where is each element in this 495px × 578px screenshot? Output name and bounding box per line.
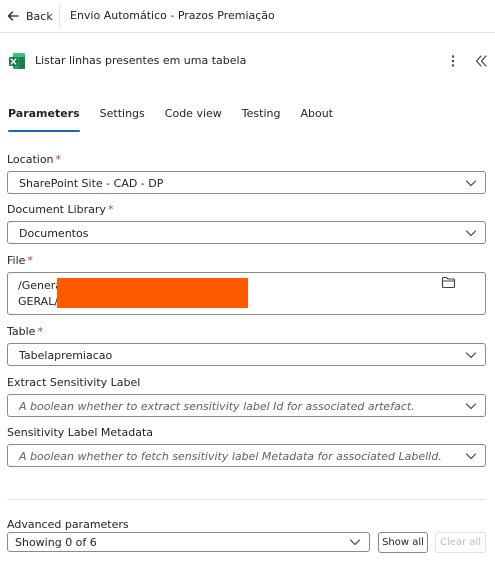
sensitivity-placeholder: A boolean whether to extract sensitivity…	[19, 400, 415, 413]
required-marker: *	[27, 254, 33, 267]
location-label: Location *	[7, 153, 61, 166]
chevron-down-icon	[465, 230, 477, 237]
tab-parameters[interactable]: Parameters	[8, 106, 80, 132]
chevron-down-icon	[465, 453, 477, 460]
arrow-left-icon	[7, 11, 19, 21]
show-all-button[interactable]: Show all	[378, 532, 428, 553]
tab-about[interactable]: About	[300, 106, 333, 132]
action-header: Listar linhas presentes em uma tabela	[0, 46, 495, 76]
library-value: Documentos	[19, 227, 89, 240]
advanced-parameters-dropdown[interactable]: Showing 0 of 6	[7, 532, 370, 552]
metadata-placeholder: A boolean whether to fetch sensitivity l…	[19, 450, 442, 463]
required-marker: *	[55, 153, 62, 166]
chevron-down-icon	[465, 403, 477, 410]
table-label: Table *	[7, 325, 43, 338]
tab-settings[interactable]: Settings	[100, 106, 145, 132]
required-marker: *	[37, 325, 43, 338]
clear-all-button[interactable]: Clear all	[435, 532, 486, 553]
location-value: SharePoint Site - CAD - DP	[19, 177, 164, 190]
table-dropdown[interactable]: Tabelapremiacao	[7, 343, 486, 366]
location-label-text: Location	[7, 153, 54, 166]
library-label: Document Library *	[7, 203, 113, 216]
chevron-down-icon	[349, 539, 361, 546]
location-dropdown[interactable]: SharePoint Site - CAD - DP	[7, 171, 486, 194]
redaction-block	[57, 278, 248, 308]
excel-icon	[9, 53, 25, 69]
table-label-text: Table	[7, 325, 36, 338]
action-title: Listar linhas presentes em uma tabela	[35, 54, 247, 67]
chevron-down-icon	[465, 180, 477, 187]
tab-bar: Parameters Settings Code view Testing Ab…	[8, 106, 353, 132]
file-label-text: File	[7, 254, 26, 267]
advanced-parameters-value: Showing 0 of 6	[15, 536, 97, 549]
back-button[interactable]: Back	[6, 9, 53, 23]
collapse-panel-icon[interactable]	[474, 53, 488, 69]
folder-icon[interactable]	[441, 276, 456, 289]
section-divider	[7, 499, 486, 500]
metadata-dropdown[interactable]: A boolean whether to fetch sensitivity l…	[7, 444, 486, 467]
metadata-label: Sensitivity Label Metadata	[7, 426, 154, 439]
file-path-line-1: /Genera	[18, 279, 62, 292]
tab-testing[interactable]: Testing	[242, 106, 281, 132]
chevron-down-icon	[465, 352, 477, 359]
library-dropdown[interactable]: Documentos	[7, 221, 486, 244]
back-label: Back	[26, 9, 53, 23]
sensitivity-label: Extract Sensitivity Label	[7, 376, 141, 389]
tab-code-view[interactable]: Code view	[165, 106, 222, 132]
more-options-icon[interactable]	[447, 53, 459, 69]
advanced-parameters-label: Advanced parameters	[7, 518, 129, 531]
table-value: Tabelapremiacao	[19, 349, 113, 362]
sensitivity-dropdown[interactable]: A boolean whether to extract sensitivity…	[7, 394, 486, 417]
file-label: File *	[7, 254, 33, 267]
library-label-text: Document Library	[7, 203, 106, 216]
required-marker: *	[107, 203, 114, 216]
topbar-divider	[59, 4, 60, 28]
flow-title: Envio Automático - Prazos Premiação	[70, 9, 275, 22]
top-bar: Back Envio Automático - Prazos Premiação	[0, 0, 495, 33]
